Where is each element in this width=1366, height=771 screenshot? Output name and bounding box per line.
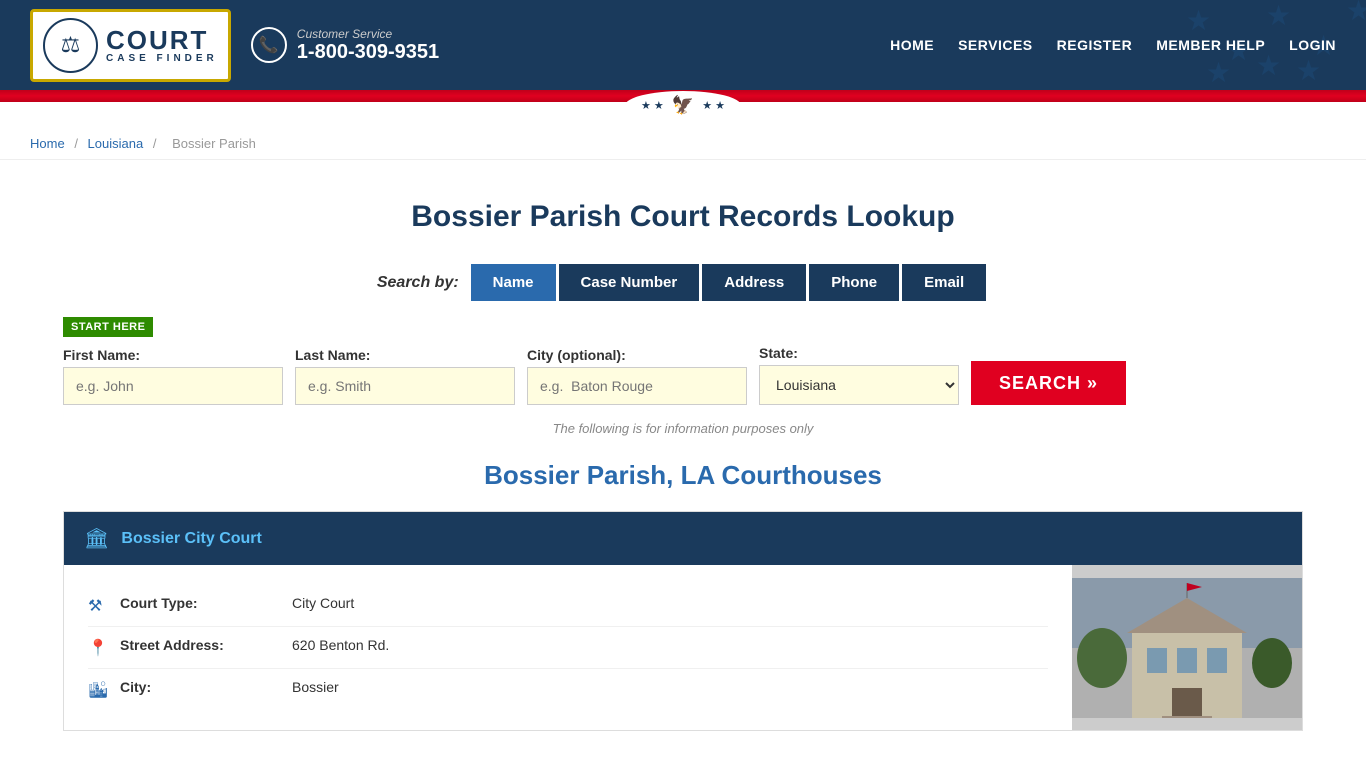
city-label: City (optional): — [527, 347, 747, 363]
courthouse-card-body: ⚒ Court Type: City Court 📍 Street Addres… — [64, 565, 1302, 730]
detail-row-type: ⚒ Court Type: City Court — [88, 585, 1048, 627]
street-address-value: 620 Benton Rd. — [292, 637, 389, 653]
start-here-badge: START HERE — [63, 317, 153, 337]
tab-name[interactable]: Name — [471, 264, 556, 301]
last-name-label: Last Name: — [295, 347, 515, 363]
breadcrumb-home[interactable]: Home — [30, 136, 65, 151]
street-address-label: Street Address: — [120, 637, 280, 653]
breadcrumb: Home / Louisiana / Bossier Parish — [0, 118, 1366, 160]
nav-login[interactable]: LOGIN — [1289, 37, 1336, 53]
state-label: State: — [759, 345, 959, 361]
logo-text: COURT CASE FINDER — [106, 27, 218, 64]
svg-text:★: ★ — [1346, 0, 1366, 26]
breadcrumb-state[interactable]: Louisiana — [88, 136, 144, 151]
courthouse-name-link[interactable]: Bossier City Court — [121, 530, 261, 548]
search-by-row: Search by: Name Case Number Address Phon… — [63, 264, 1303, 301]
courthouse-card-header: 🏛 Bossier City Court — [64, 512, 1302, 565]
breadcrumb-sep-2: / — [153, 136, 160, 151]
tab-phone[interactable]: Phone — [809, 264, 899, 301]
detail-row-address: 📍 Street Address: 620 Benton Rd. — [88, 627, 1048, 669]
first-name-input[interactable] — [63, 367, 283, 405]
nav-register[interactable]: REGISTER — [1057, 37, 1133, 53]
courthouse-image-placeholder — [1072, 578, 1302, 718]
courthouse-image — [1072, 565, 1302, 730]
logo-case-finder-label: CASE FINDER — [106, 53, 218, 64]
logo-court-label: COURT — [106, 27, 218, 53]
state-select[interactable]: AlabamaAlaskaArizonaArkansasCaliforniaCo… — [759, 365, 959, 405]
phone-number: 1-800-309-9351 — [297, 41, 439, 64]
search-button[interactable]: SEARCH » — [971, 361, 1126, 405]
info-note: The following is for information purpose… — [63, 421, 1303, 436]
last-name-input[interactable] — [295, 367, 515, 405]
court-type-value: City Court — [292, 595, 354, 611]
nav-services[interactable]: SERVICES — [958, 37, 1033, 53]
first-name-label: First Name: — [63, 347, 283, 363]
location-icon: 📍 — [88, 638, 108, 658]
breadcrumb-sep-1: / — [74, 136, 81, 151]
wave-bar: ★ ★ 🦅 ★ ★ — [0, 90, 1366, 102]
main-content: Bossier Parish Court Records Lookup Sear… — [33, 160, 1333, 771]
customer-service-label: Customer Service — [297, 27, 439, 41]
star-left: ★ ★ — [641, 99, 664, 112]
tab-case-number[interactable]: Case Number — [559, 264, 700, 301]
star-right: ★ ★ — [702, 99, 725, 112]
courthouse-icon: 🏛 — [84, 526, 109, 551]
eagle-badge: ★ ★ 🦅 ★ ★ — [625, 91, 741, 120]
page-title: Bossier Parish Court Records Lookup — [63, 200, 1303, 234]
phone-details: Customer Service 1-800-309-9351 — [297, 27, 439, 64]
search-by-label: Search by: — [377, 274, 459, 292]
tab-address[interactable]: Address — [702, 264, 806, 301]
site-logo: ⚖ COURT CASE FINDER — [30, 9, 231, 82]
search-fields: First Name: Last Name: City (optional): … — [63, 345, 1303, 405]
header-phone-area: 📞 Customer Service 1-800-309-9351 — [251, 27, 439, 64]
header-nav: HOME SERVICES REGISTER MEMBER HELP LOGIN — [890, 37, 1336, 53]
svg-text:★: ★ — [1296, 55, 1321, 86]
first-name-field-group: First Name: — [63, 347, 283, 405]
nav-home[interactable]: HOME — [890, 37, 934, 53]
city-detail-label: City: — [120, 679, 280, 695]
last-name-field-group: Last Name: — [295, 347, 515, 405]
city-field-group: City (optional): — [527, 347, 747, 405]
court-type-label: Court Type: — [120, 595, 280, 611]
city-icon: 🏙 — [88, 680, 108, 700]
state-field-group: State: AlabamaAlaskaArizonaArkansasCalif… — [759, 345, 959, 405]
courthouse-details: ⚒ Court Type: City Court 📍 Street Addres… — [64, 565, 1072, 730]
gavel-icon: ⚒ — [88, 596, 108, 616]
svg-text:★: ★ — [1186, 5, 1211, 36]
svg-text:★: ★ — [1266, 0, 1291, 31]
courthouses-title: Bossier Parish, LA Courthouses — [63, 460, 1303, 491]
logo-emblem-icon: ⚖ — [43, 18, 98, 73]
phone-icon: 📞 — [251, 27, 287, 63]
eagle-icon: 🦅 — [672, 95, 694, 116]
site-header: ★ ★ ★ ★ ★ ★ ★ ★ ⚖ COURT CASE FINDER 📞 Cu… — [0, 0, 1366, 90]
nav-member-help[interactable]: MEMBER HELP — [1156, 37, 1265, 53]
tab-email[interactable]: Email — [902, 264, 986, 301]
city-input[interactable] — [527, 367, 747, 405]
detail-row-city: 🏙 City: Bossier — [88, 669, 1048, 710]
svg-text:★: ★ — [1206, 57, 1231, 88]
courthouse-card-bossier-city: 🏛 Bossier City Court ⚒ Court Type: City … — [63, 511, 1303, 731]
breadcrumb-current: Bossier Parish — [172, 136, 256, 151]
header-logo-area: ⚖ COURT CASE FINDER 📞 Customer Service 1… — [30, 9, 439, 82]
svg-text:★: ★ — [1256, 50, 1281, 81]
city-detail-value: Bossier — [292, 679, 339, 695]
search-section: Search by: Name Case Number Address Phon… — [63, 264, 1303, 436]
